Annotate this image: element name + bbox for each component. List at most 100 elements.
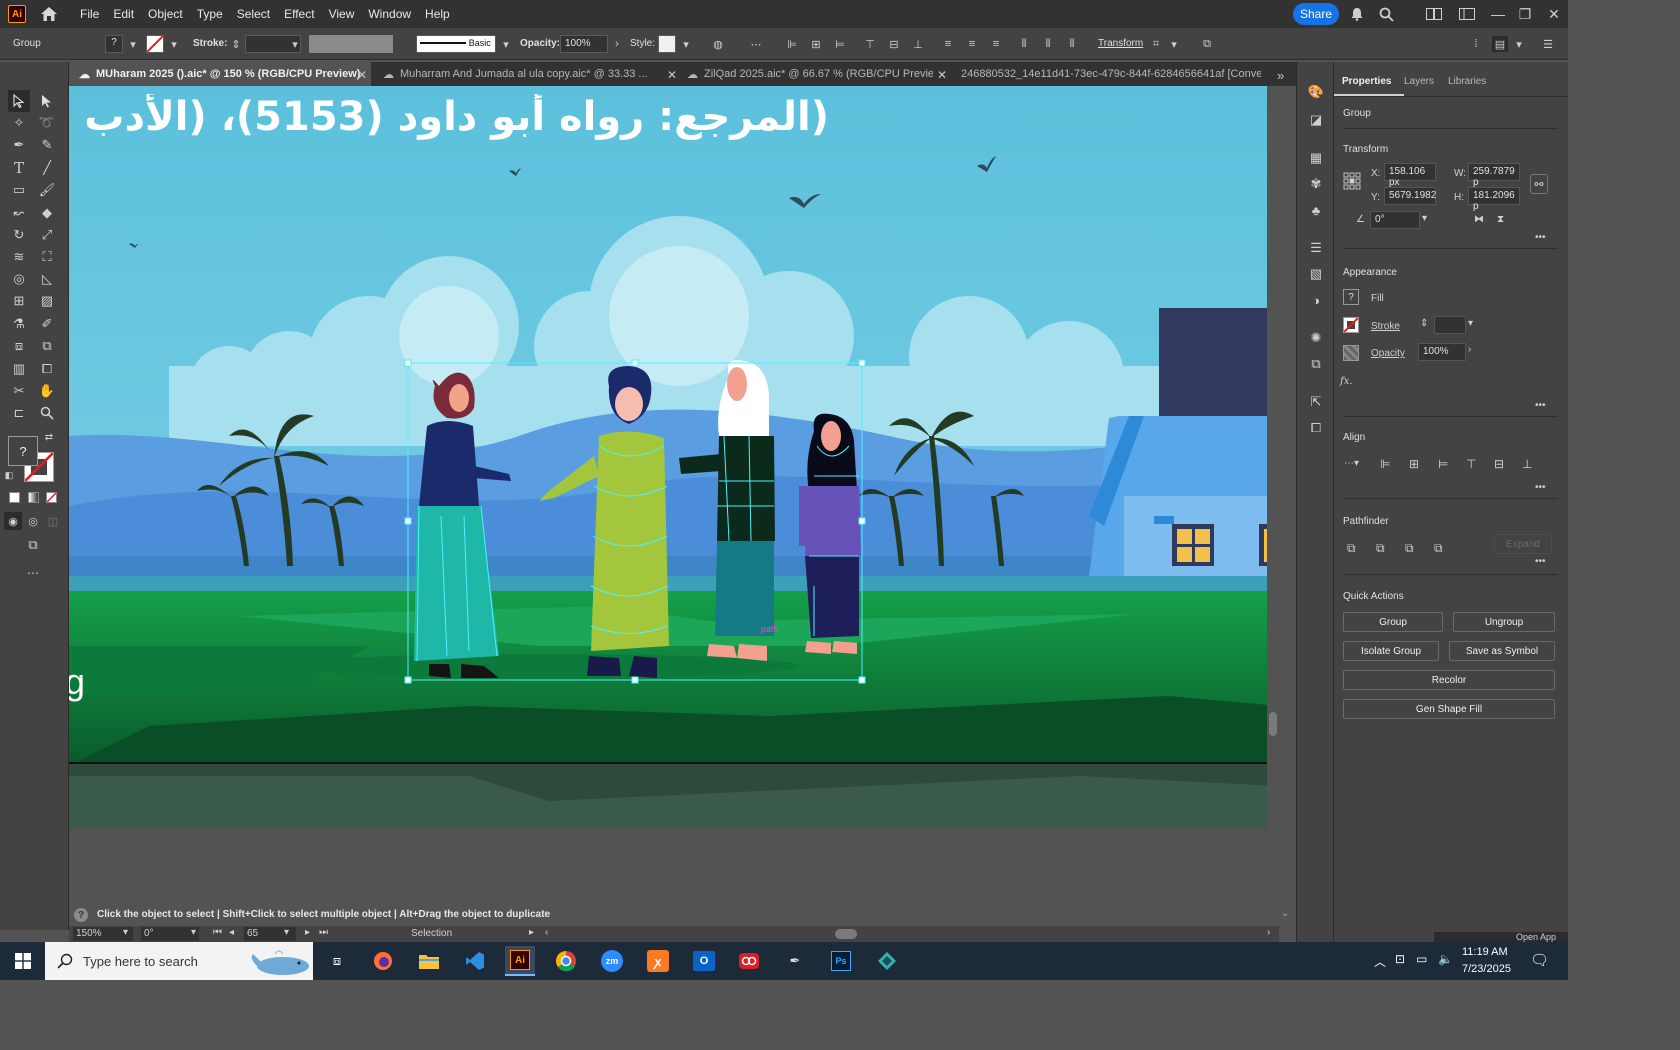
zoom-app-icon[interactable]: zm (597, 946, 627, 976)
draw-normal-icon[interactable]: ◉ (4, 512, 22, 530)
menu-window[interactable]: Window (368, 7, 411, 21)
chevron-down-icon[interactable]: ▾ (678, 36, 694, 52)
status-menu-icon[interactable]: ▸ (529, 927, 534, 938)
chevron-down-icon[interactable]: ▾ (1468, 318, 1473, 329)
chevron-right-icon[interactable]: › (609, 36, 625, 52)
align-to-icon[interactable]: ⋯▾ (1344, 458, 1359, 469)
control-menu-icon[interactable]: ☰ (1540, 36, 1556, 52)
arrange-panels-icon[interactable]: ⁞ (1468, 36, 1484, 52)
graphic-style-swatch[interactable] (658, 35, 676, 53)
opacity-input[interactable]: 100% (560, 35, 608, 53)
more-options-icon[interactable]: ••• (1535, 232, 1546, 243)
clock-time[interactable]: 11:19 AM (1462, 946, 1508, 958)
network-icon[interactable]: ⊡ (1395, 952, 1405, 966)
line-tool-icon[interactable]: ╱ (36, 157, 58, 179)
x-field[interactable]: 158.106 px (1384, 163, 1436, 188)
previous-artboard-icon[interactable]: ◂ (229, 927, 234, 938)
perspective-grid-tool-icon[interactable]: ◺ (36, 268, 58, 290)
fill-swatch[interactable]: ? (105, 35, 123, 53)
align-bottom-icon[interactable]: ⊥ (910, 36, 926, 52)
color-guide-icon[interactable]: ◪ (1306, 110, 1326, 130)
show-hidden-icons-icon[interactable]: ︿ (1374, 953, 1386, 970)
height-field[interactable]: 181.2096 p (1468, 187, 1520, 212)
curvature-tool-icon[interactable]: ✎ (36, 134, 58, 156)
opacity-link[interactable]: Opacity (1371, 348, 1405, 359)
chevron-down-icon[interactable]: ▾ (284, 927, 289, 938)
appearance-panel-icon[interactable]: ✺ (1306, 328, 1326, 348)
chrome-icon[interactable] (551, 946, 581, 976)
tab-properties[interactable]: Properties (1342, 76, 1391, 87)
more-options-icon[interactable]: ••• (1535, 556, 1546, 567)
group-button[interactable]: Group (1343, 612, 1443, 632)
color-mode-icon[interactable] (9, 492, 20, 503)
transparency-panel-icon[interactable]: ◑ (1306, 290, 1326, 310)
shaper-tool-icon[interactable]: ↜ (8, 202, 30, 224)
eyedropper-tool-icon[interactable]: ⚗ (8, 313, 30, 335)
isolate-icon[interactable]: ⧉ (1199, 36, 1215, 52)
share-button[interactable]: Share (1293, 3, 1339, 25)
arabic-heading[interactable]: (المرجع: رواه أبو داود (5153)، (الأدب ال (69, 94, 829, 154)
chevron-right-icon[interactable]: › (1468, 344, 1471, 355)
menu-object[interactable]: Object (148, 7, 183, 21)
restore-icon[interactable]: ❐ (1516, 5, 1534, 23)
gen-shape-fill-button[interactable]: Gen Shape Fill (1343, 699, 1555, 719)
arrange-documents-icon[interactable] (1425, 5, 1443, 23)
chevron-down-icon[interactable]: ▾ (1511, 36, 1527, 52)
chevron-down-icon[interactable]: ▾ (1166, 36, 1182, 52)
app-icon[interactable] (872, 946, 902, 976)
stroke-panel-icon[interactable]: ☰ (1306, 238, 1326, 258)
symbol-sprayer-tool-icon[interactable]: ⧉ (36, 335, 58, 357)
effects-icon[interactable]: fx. (1340, 376, 1353, 387)
chevron-down-icon[interactable]: ▾ (498, 36, 514, 52)
eraser-tool-icon[interactable]: ◆ (36, 202, 58, 224)
chevron-down-icon[interactable]: ▾ (123, 927, 128, 938)
align-left-icon[interactable]: ⊫ (784, 36, 800, 52)
notifications-icon[interactable]: 🗨 (1530, 951, 1549, 969)
fill-swatch[interactable]: ? (1343, 289, 1359, 305)
volume-icon[interactable]: 🔈 (1438, 952, 1453, 966)
stroke-link[interactable]: Stroke (1371, 321, 1400, 332)
workspace-icon[interactable] (1458, 5, 1476, 23)
save-as-symbol-button[interactable]: Save as Symbol (1449, 641, 1555, 661)
menu-type[interactable]: Type (197, 7, 223, 21)
align-horizontal-center-icon[interactable]: ⊞ (1409, 457, 1419, 471)
brushes-panel-icon[interactable]: ✾ (1306, 174, 1326, 194)
pen-tool-icon[interactable]: ✒ (8, 134, 30, 156)
file-explorer-icon[interactable] (414, 946, 444, 976)
outlook-icon[interactable]: O (689, 946, 719, 976)
align-top-icon[interactable]: ⊤ (1466, 457, 1476, 471)
close-tab-icon[interactable]: ✕ (667, 68, 677, 82)
rotate-tool-icon[interactable]: ↻ (8, 224, 30, 246)
tab-document-3[interactable]: ☁ ZilQad 2025.aic* @ 66.67 % (RGB/CPU Pr… (677, 62, 933, 86)
bell-icon[interactable] (1348, 5, 1366, 23)
align-to-selection-icon[interactable]: ⋯ (748, 36, 764, 52)
stepper-icon[interactable]: ⇕ (228, 36, 244, 52)
tab-layers[interactable]: Layers (1404, 76, 1434, 87)
swatches-panel-icon[interactable]: ▦ (1306, 148, 1326, 168)
artboards-panel-icon[interactable]: ⧠ (1306, 418, 1326, 438)
scroll-left-icon[interactable]: ‹ (545, 927, 548, 938)
distribute-center-icon[interactable]: ⦀ (1040, 36, 1056, 52)
slice-tool-icon[interactable]: ✂ (8, 380, 30, 402)
windows-start-icon[interactable] (8, 946, 38, 976)
opacity-field[interactable]: 100% (1418, 343, 1466, 361)
rotate-field[interactable]: 0° (1370, 211, 1420, 229)
gradient-panel-icon[interactable]: ▧ (1306, 264, 1326, 284)
more-tabs-icon[interactable]: » (1277, 68, 1284, 83)
align-middle-icon[interactable]: ⊟ (886, 36, 902, 52)
chevron-down-icon[interactable]: ▾ (166, 36, 182, 52)
close-tab-icon[interactable]: ✕ (357, 68, 367, 82)
distribute-top-icon[interactable]: ≡ (940, 36, 956, 52)
scroll-down-icon[interactable]: ⌄ (1281, 908, 1289, 919)
distribute-bottom-icon[interactable]: ≡ (988, 36, 1004, 52)
xampp-icon[interactable]: ꭗ (643, 946, 673, 976)
distribute-middle-icon[interactable]: ≡ (964, 36, 980, 52)
flip-vertical-icon[interactable]: ⧗ (1497, 214, 1504, 225)
vscode-icon[interactable] (460, 946, 490, 976)
stepper-icon[interactable]: ⇕ (1420, 318, 1428, 329)
artboard-canvas[interactable]: (المرجع: رواه أبو داود (5153)، (الأدب ال… (69, 86, 1279, 902)
color-panel-icon[interactable]: 🎨 (1306, 82, 1326, 102)
align-right-icon[interactable]: ⊨ (1438, 457, 1448, 471)
type-tool-icon[interactable]: T (8, 157, 30, 179)
tab-document-4[interactable]: 246880532_14e11d41-73ec-479c-844f-628465… (951, 62, 1261, 86)
